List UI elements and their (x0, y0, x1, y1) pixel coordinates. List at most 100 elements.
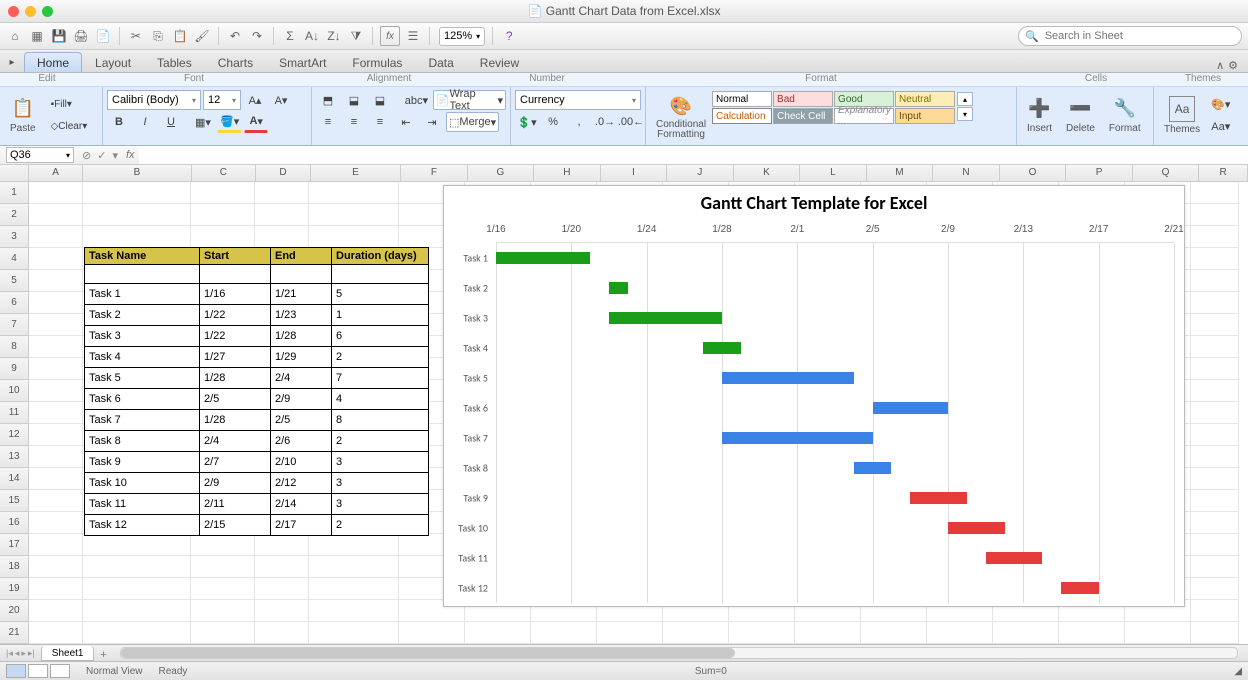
cancel-edit-icon[interactable]: ⊘ (82, 149, 91, 162)
redo-icon[interactable]: ↷ (248, 27, 266, 45)
align-middle-icon[interactable]: ⬓ (342, 90, 366, 110)
row-header[interactable]: 6 (0, 292, 29, 314)
sheet-last-icon[interactable]: ▸| (28, 648, 35, 659)
row-header[interactable]: 7 (0, 314, 29, 336)
themes-button[interactable]: AaThemes (1158, 87, 1206, 143)
font-color-button[interactable]: A▾ (244, 111, 268, 133)
row-header[interactable]: 12 (0, 424, 29, 446)
col-header-I[interactable]: I (601, 165, 668, 181)
chart-bar[interactable] (910, 492, 967, 504)
settings-gear-icon[interactable]: ⚙ (1228, 59, 1238, 72)
row-header[interactable]: 3 (0, 226, 29, 248)
delete-cells-button[interactable]: ➖Delete (1060, 87, 1101, 143)
table-row[interactable]: Task 31/221/286 (85, 326, 429, 347)
style-next-icon[interactable]: ▾ (957, 107, 973, 121)
style-input[interactable]: Input (895, 108, 955, 124)
row-header[interactable]: 1 (0, 182, 29, 204)
horizontal-scrollbar[interactable] (120, 647, 1238, 659)
row-header[interactable]: 21 (0, 622, 29, 644)
currency-icon[interactable]: 💲▾ (515, 112, 539, 132)
style-explanatory[interactable]: Explanatory ... (834, 108, 894, 124)
tab-charts[interactable]: Charts (205, 52, 266, 72)
col-header-E[interactable]: E (311, 165, 401, 181)
fill-button[interactable]: ▪ Fill ▾ (46, 94, 104, 114)
decrease-decimal-icon[interactable]: .00← (619, 112, 643, 132)
style-calculation[interactable]: Calculation (712, 108, 772, 124)
tab-data[interactable]: Data (415, 52, 466, 72)
undo-icon[interactable]: ↶ (226, 27, 244, 45)
align-bottom-icon[interactable]: ⬓ (368, 90, 392, 110)
style-neutral[interactable]: Neutral (895, 91, 955, 107)
row-header[interactable]: 15 (0, 490, 29, 512)
table-row[interactable]: Task 102/92/123 (85, 473, 429, 494)
row-header[interactable]: 2 (0, 204, 29, 226)
align-center-icon[interactable]: ≡ (342, 112, 366, 132)
col-header-M[interactable]: M (867, 165, 934, 181)
formula-input[interactable] (139, 146, 1248, 164)
col-header-P[interactable]: P (1066, 165, 1133, 181)
page-break-view-icon[interactable] (50, 664, 70, 678)
table-row[interactable]: Task 122/152/172 (85, 515, 429, 536)
col-header-Q[interactable]: Q (1133, 165, 1200, 181)
col-header-F[interactable]: F (401, 165, 468, 181)
table-row[interactable]: Task 112/112/143 (85, 494, 429, 515)
theme-colors-icon[interactable]: 🎨▾ (1208, 94, 1233, 114)
style-normal[interactable]: Normal (712, 91, 772, 107)
chart-bar[interactable] (722, 372, 854, 384)
expand-ribbon-icon[interactable]: ▸ (6, 52, 18, 72)
help-icon[interactable]: ? (500, 27, 518, 45)
increase-font-icon[interactable]: A▴ (243, 90, 267, 110)
sheet-next-icon[interactable]: ▸ (21, 648, 26, 659)
table-row[interactable]: Task 82/42/62 (85, 431, 429, 452)
chart-bar[interactable] (703, 342, 741, 354)
font-size-select[interactable]: 12 (203, 90, 241, 110)
chart-bar[interactable] (722, 432, 873, 444)
tab-home[interactable]: Home (24, 52, 82, 72)
row-header[interactable]: 13 (0, 446, 29, 468)
print-icon[interactable]: 🖨 (72, 27, 90, 45)
align-top-icon[interactable]: ⬒ (316, 90, 340, 110)
grid-icon[interactable]: ▦ (28, 27, 46, 45)
page-layout-view-icon[interactable] (28, 664, 48, 678)
fill-color-button[interactable]: 🪣▾ (217, 111, 242, 133)
merge-button[interactable]: ⬚ Merge ▾ (446, 112, 499, 132)
row-header[interactable]: 16 (0, 512, 29, 534)
cut-icon[interactable]: ✂ (127, 27, 145, 45)
row-header[interactable]: 4 (0, 248, 29, 270)
filter-icon[interactable]: ⧩ (347, 27, 365, 45)
paste-icon[interactable]: 📋 (171, 27, 189, 45)
sheet-first-icon[interactable]: |◂ (6, 648, 13, 659)
chart-bar[interactable] (873, 402, 948, 414)
worksheet-grid[interactable]: ABCDEFGHIJKLMNOPQR 123456789101112131415… (0, 165, 1248, 644)
orientation-icon[interactable]: abc▾ (402, 90, 431, 110)
table-row[interactable]: Task 41/271/292 (85, 347, 429, 368)
row-header[interactable]: 11 (0, 402, 29, 424)
clear-button[interactable]: ◇ Clear ▾ (46, 116, 104, 136)
col-header-K[interactable]: K (734, 165, 801, 181)
font-name-select[interactable]: Calibri (Body) (107, 90, 201, 110)
row-header[interactable]: 8 (0, 336, 29, 358)
tab-review[interactable]: Review (467, 52, 532, 72)
col-header-H[interactable]: H (534, 165, 601, 181)
zoom-select[interactable]: 125%▾ (439, 27, 485, 46)
col-header-D[interactable]: D (256, 165, 311, 181)
page-icon[interactable]: 📄 (94, 27, 112, 45)
copy-icon[interactable]: ⎘ (149, 27, 167, 45)
row-header[interactable]: 20 (0, 600, 29, 622)
col-header-N[interactable]: N (933, 165, 1000, 181)
save-icon[interactable]: 💾 (50, 27, 68, 45)
increase-indent-icon[interactable]: ⇥ (420, 112, 444, 132)
autosum-icon[interactable]: Σ (281, 27, 299, 45)
table-row[interactable]: Task 62/52/94 (85, 389, 429, 410)
align-left-icon[interactable]: ≡ (316, 112, 340, 132)
increase-decimal-icon[interactable]: .0→ (593, 112, 617, 132)
format-painter-icon[interactable]: 🖌 (193, 27, 211, 45)
chart-bar[interactable] (986, 552, 1043, 564)
align-right-icon[interactable]: ≡ (368, 112, 392, 132)
col-header-B[interactable]: B (83, 165, 191, 181)
format-cells-button[interactable]: 🔧Format (1103, 87, 1147, 143)
fx-icon[interactable]: fx (380, 26, 400, 46)
search-input[interactable] (1043, 29, 1235, 43)
sheet-tab-1[interactable]: Sheet1 (41, 646, 95, 661)
underline-button[interactable]: U (159, 112, 183, 132)
